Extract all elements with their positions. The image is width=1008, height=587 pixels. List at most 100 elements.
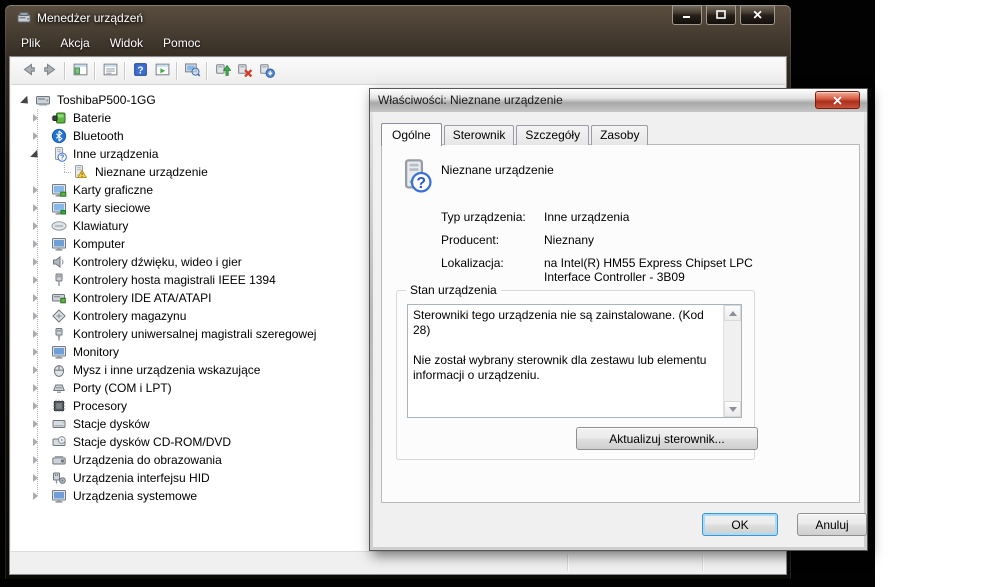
toolbar-button-forward[interactable]: [39, 60, 61, 82]
tree-item-label: Karty sieciowe: [73, 199, 150, 217]
device-fields: Typ urządzenia:Inne urządzenia Producent:…: [441, 210, 762, 293]
device-field-row: Typ urządzenia:Inne urządzenia: [441, 210, 762, 224]
field-value: Inne urządzenia: [544, 210, 762, 224]
minimize-button[interactable]: [672, 5, 702, 25]
back-icon: [20, 61, 37, 81]
triangle-up-icon: [729, 307, 737, 316]
status-text-box[interactable]: Sterowniki tego urządzenia nie są zainst…: [407, 304, 742, 418]
toolbar-button-scan-hardware-changes[interactable]: [255, 60, 277, 82]
svg-text:?: ?: [137, 65, 143, 76]
close-icon: [753, 10, 763, 20]
tab-sterownik[interactable]: Sterownik: [444, 125, 515, 145]
monitor-icon: [51, 344, 67, 360]
toolbar-button-back[interactable]: [17, 60, 39, 82]
toolbar-button-show-window[interactable]: [151, 60, 173, 82]
display-adapter-icon: [51, 182, 67, 198]
tree-item-label: Urządzenia interfejsu HID: [73, 469, 210, 487]
dialog-title-bar[interactable]: Właściwości: Nieznane urządzenie: [370, 89, 867, 112]
toolbar-button-help[interactable]: ?: [129, 60, 151, 82]
forward-icon: [42, 61, 59, 81]
tree-item-label: Inne urządzenia: [73, 145, 158, 163]
sound-icon: [51, 254, 67, 270]
dialog-close-button[interactable]: [815, 91, 860, 109]
maximize-icon: [716, 10, 726, 20]
tab-page-general: ? Nieznane urządzenie Typ urządzenia:Inn…: [381, 144, 860, 503]
imaging-icon: [51, 452, 67, 468]
status-bar-separator: [702, 554, 704, 571]
blank-right-area: [875, 0, 1008, 587]
screenshot-stage: Menedżer urządzeń PlikAkcjaWidokPomoc ? …: [0, 0, 1008, 587]
tree-item-label: Kontrolery uniwersalnej magistrali szere…: [73, 325, 316, 343]
cancel-button[interactable]: Anuluj: [797, 513, 867, 536]
menu-item-widok[interactable]: Widok: [100, 33, 153, 53]
tree-item-label: Nieznane urządzenie: [95, 163, 208, 181]
tab-szczegóły[interactable]: Szczegóły: [516, 125, 589, 145]
dialog-body: OgólneSterownikSzczegółyZasoby ? Nieznan…: [373, 112, 864, 547]
device-name: Nieznane urządzenie: [441, 163, 554, 177]
collapse-arrow-icon[interactable]: [20, 96, 31, 107]
window-title: Menedżer urządzeń: [37, 5, 143, 31]
update-driver-button[interactable]: Aktualizuj sterownik...: [576, 427, 758, 450]
status-bar-separator: [567, 554, 569, 571]
disk-drive-icon: [51, 416, 67, 432]
svg-text:?: ?: [416, 175, 426, 192]
tree-item-label: Procesory: [73, 397, 127, 415]
ieee1394-icon: [51, 272, 67, 288]
computer-icon: [51, 236, 67, 252]
tree-item-label: Komputer: [73, 235, 125, 253]
cpu-icon: [51, 398, 67, 414]
status-bar: [11, 551, 785, 573]
unknown-device-large-icon: ?: [396, 157, 432, 196]
tree-child-guide-line: [64, 163, 65, 172]
scan-hardware-changes-icon: [258, 61, 275, 81]
device-field-row: Producent:Nieznany: [441, 233, 762, 247]
tree-item-label: ToshibaP500-1GG: [57, 91, 156, 109]
toolbar-button-uninstall-device[interactable]: [233, 60, 255, 82]
field-label: Typ urządzenia:: [441, 210, 544, 224]
port-icon: [51, 380, 67, 396]
toolbar-button-update-driver[interactable]: [211, 60, 233, 82]
device-status-group-title: Stan urządzenia: [406, 283, 501, 297]
toolbar-button-scan-computer[interactable]: [181, 60, 203, 82]
tab-zasoby[interactable]: Zasoby: [591, 125, 648, 145]
status-scrollbar[interactable]: [723, 305, 741, 417]
tree-item-label: Stacje dysków: [73, 415, 150, 433]
menu-item-plik[interactable]: Plik: [11, 33, 50, 53]
device-field-row: Lokalizacja:na Intel(R) HM55 Express Chi…: [441, 256, 762, 284]
tree-item-label: Kontrolery hosta magistrali IEEE 1394: [73, 271, 276, 289]
show-window-icon: [154, 61, 171, 81]
tree-item-label: Urządzenia systemowe: [73, 487, 197, 505]
toolbar-separator: [94, 62, 96, 80]
ok-button[interactable]: OK: [702, 513, 778, 536]
toolbar: ?: [11, 58, 785, 85]
tab-strip: OgólneSterownikSzczegółyZasoby: [381, 123, 650, 145]
dialog-title: Właściwości: Nieznane urządzenie: [378, 89, 563, 111]
minimize-icon: [682, 10, 692, 20]
tree-item-label: Monitory: [73, 343, 119, 361]
status-text: Sterowniki tego urządzenia nie są zainst…: [413, 308, 719, 414]
collapse-arrow-icon[interactable]: [30, 150, 41, 161]
scroll-up-button[interactable]: [724, 305, 741, 321]
scroll-down-button[interactable]: [724, 401, 741, 417]
menu-item-pomoc[interactable]: Pomoc: [153, 33, 210, 53]
maximize-button[interactable]: [706, 5, 736, 25]
bluetooth-icon: [51, 128, 67, 144]
tree-item-label: Porty (COM i LPT): [73, 379, 172, 397]
tree-guide-line: [37, 109, 38, 496]
update-driver-icon: [214, 61, 231, 81]
device-manager-icon: [16, 10, 32, 26]
toolbar-button-properties[interactable]: [99, 60, 121, 82]
uninstall-device-icon: [236, 61, 253, 81]
field-value: Nieznany: [544, 233, 762, 247]
battery-icon: [51, 110, 67, 126]
field-label: Lokalizacja:: [441, 256, 544, 284]
unknown-category-icon: ?: [51, 146, 67, 162]
tab-ogólne[interactable]: Ogólne: [381, 123, 442, 146]
close-icon: [833, 96, 842, 105]
toolbar-button-show-console-tree[interactable]: [69, 60, 91, 82]
close-button[interactable]: [740, 5, 775, 25]
device-status-group: Stan urządzenia Sterowniki tego urządzen…: [396, 290, 755, 460]
triangle-down-icon: [729, 407, 737, 416]
menu-item-akcja[interactable]: Akcja: [50, 33, 99, 53]
show-console-tree-icon: [72, 61, 89, 81]
